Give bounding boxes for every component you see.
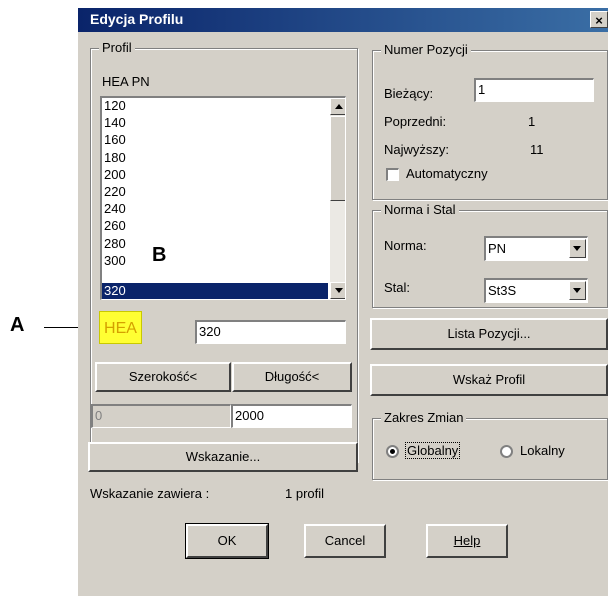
lista-pozycji-button[interactable]: Lista Pozycji... [370, 318, 608, 350]
global-radio[interactable] [386, 445, 399, 458]
hea-label: HEA [99, 311, 142, 344]
highest-value: 11 [530, 142, 544, 157]
list-item[interactable]: 320 [104, 284, 126, 297]
list-item[interactable]: 140 [104, 116, 126, 129]
width-field: 0 [91, 404, 231, 428]
profile-size-value: 320 [199, 324, 221, 339]
list-item[interactable]: 240 [104, 202, 126, 215]
ok-button-label: OK [217, 533, 237, 548]
length-field-value: 2000 [235, 408, 264, 423]
profile-family-label: HEA PN [102, 74, 150, 89]
global-radio-label: Globalny [404, 442, 461, 459]
profile-size-list[interactable]: 120 140 160 180 200 220 240 260 280 300 320 [100, 96, 346, 300]
steel-label: Stal: [384, 280, 411, 295]
help-button[interactable]: Help [426, 524, 508, 558]
local-radio-label: Lokalny [520, 443, 565, 458]
current-number-value: 1 [478, 82, 486, 97]
numer-pozycji-legend: Numer Pozycji [381, 42, 471, 57]
previous-label: Poprzedni: [384, 114, 447, 129]
annotation-a: A [10, 314, 25, 336]
current-label: Bieżący: [384, 86, 434, 101]
list-item[interactable]: 300 [104, 254, 126, 267]
width-field-value: 0 [95, 408, 103, 423]
radio-selected-dot [390, 449, 395, 454]
steel-dropdown-button[interactable] [569, 281, 586, 300]
wskaz-profil-label: Wskaż Profil [452, 372, 526, 387]
steel-select[interactable]: St3S [484, 278, 588, 303]
auto-label: Automatyczny [406, 166, 488, 181]
norma-stal-legend: Norma i Stal [381, 202, 459, 217]
list-item[interactable]: 200 [104, 168, 126, 181]
length-button-label: Długość< [264, 369, 320, 384]
close-button[interactable]: × [590, 11, 608, 28]
arrow-down-icon [335, 288, 343, 293]
scroll-thumb[interactable] [330, 116, 345, 201]
norm-select[interactable]: PN [484, 236, 588, 261]
length-button[interactable]: Długość< [232, 362, 352, 392]
list-scrollbar[interactable] [330, 98, 345, 299]
local-radio[interactable] [500, 445, 513, 458]
length-field[interactable]: 2000 [231, 404, 352, 428]
chevron-down-icon [573, 246, 581, 251]
annotation-b: B [152, 244, 167, 266]
width-button-label: Szerokość< [128, 369, 198, 384]
highest-label: Najwyższy: [384, 142, 450, 157]
status-value: 1 profil [285, 486, 325, 501]
help-button-label: Help [453, 533, 481, 548]
title-bar[interactable]: Edycja Profilu × [78, 8, 608, 32]
list-item[interactable]: 220 [104, 185, 126, 198]
profile-size-input[interactable]: 320 [195, 320, 346, 344]
dialog-title: Edycja Profilu [90, 11, 184, 27]
chevron-down-icon [573, 288, 581, 293]
scroll-down-button[interactable] [330, 282, 345, 299]
lista-pozycji-label: Lista Pozycji... [447, 326, 531, 341]
scroll-up-button[interactable] [330, 98, 345, 115]
auto-checkbox[interactable] [386, 168, 399, 181]
arrow-up-icon [335, 104, 343, 109]
list-item[interactable]: 180 [104, 151, 126, 164]
norm-select-value: PN [488, 241, 507, 256]
pointing-button[interactable]: Wskazanie... [88, 442, 358, 472]
norm-label: Norma: [384, 238, 427, 253]
list-item[interactable]: 120 [104, 99, 126, 112]
list-item[interactable]: 260 [104, 219, 126, 232]
profil-group-legend: Profil [99, 40, 135, 55]
list-selection-highlight [102, 283, 328, 299]
current-number-input[interactable]: 1 [474, 78, 594, 102]
zakres-zmian-legend: Zakres Zmian [381, 410, 467, 425]
steel-select-value: St3S [488, 283, 517, 298]
norm-dropdown-button[interactable] [569, 239, 586, 258]
width-button[interactable]: Szerokość< [95, 362, 231, 392]
status-label: Wskazanie zawiera : [90, 486, 210, 501]
previous-value: 1 [528, 114, 536, 129]
pointing-button-label: Wskazanie... [185, 449, 261, 464]
cancel-button-label: Cancel [324, 533, 366, 548]
list-item[interactable]: 160 [104, 133, 126, 146]
wskaz-profil-button[interactable]: Wskaż Profil [370, 364, 608, 396]
list-item[interactable]: 280 [104, 237, 126, 250]
cancel-button[interactable]: Cancel [304, 524, 386, 558]
ok-button[interactable]: OK [185, 523, 269, 559]
